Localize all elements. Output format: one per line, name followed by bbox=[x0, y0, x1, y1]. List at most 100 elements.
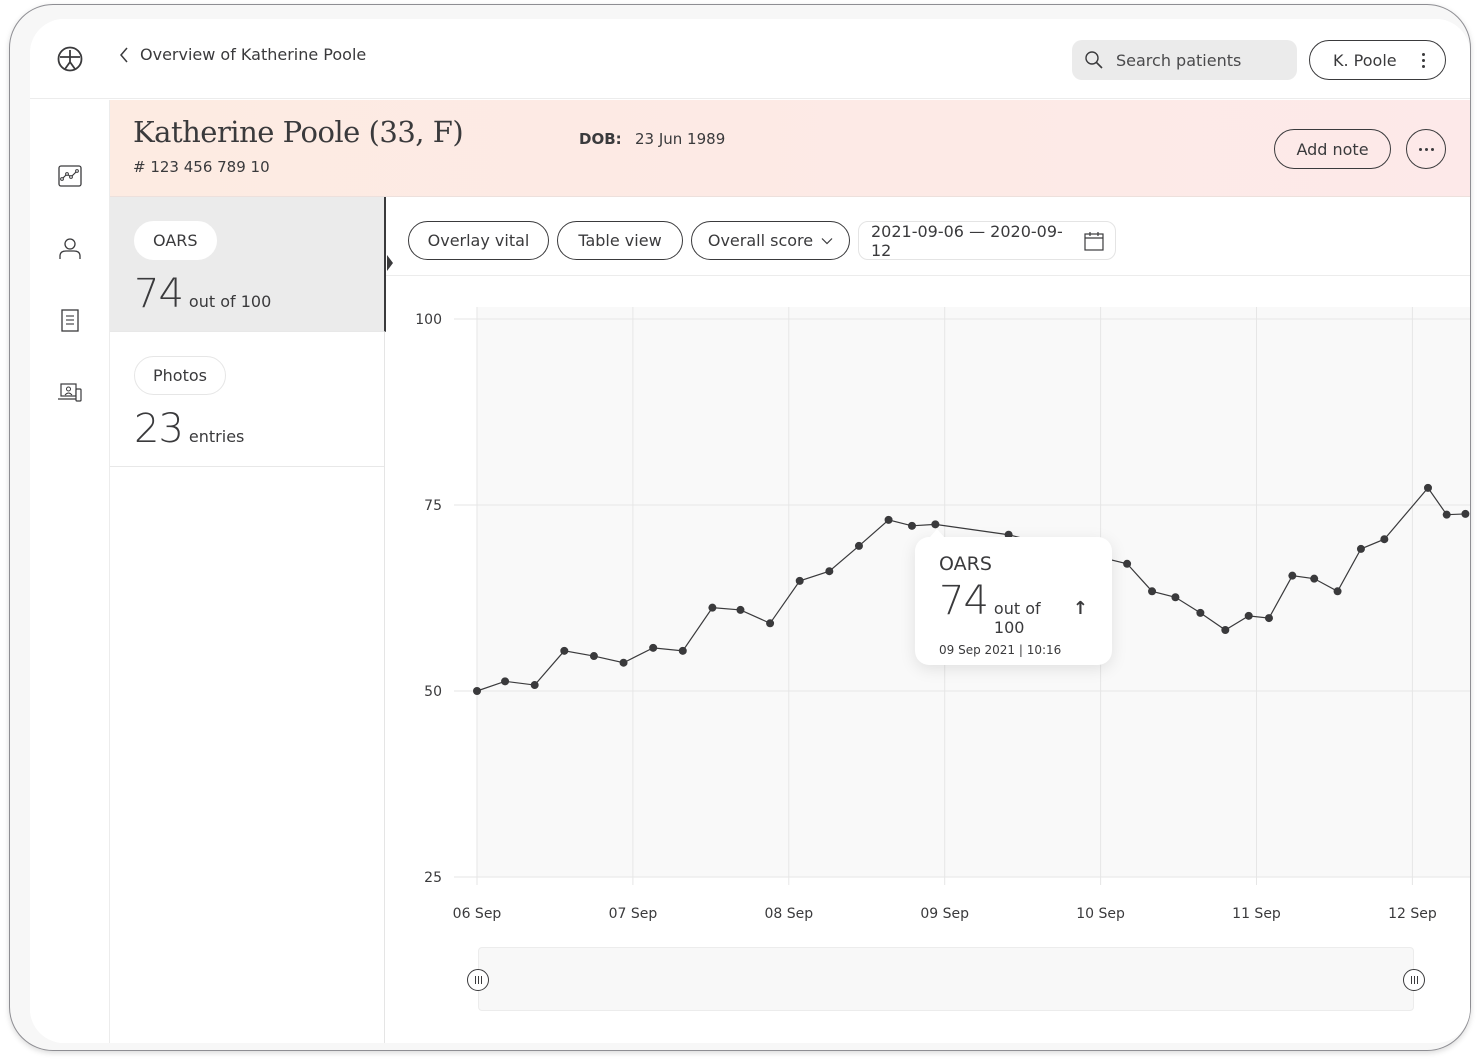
patient-header: Katherine Poole (33, F) # 123 456 789 10… bbox=[110, 100, 1470, 197]
x-tick-label: 10 Sep bbox=[1076, 906, 1125, 922]
search-input[interactable] bbox=[1116, 50, 1276, 70]
user-menu-button[interactable]: K. Poole bbox=[1309, 40, 1446, 80]
data-point bbox=[560, 646, 569, 655]
data-point bbox=[766, 619, 775, 628]
range-handle-end[interactable] bbox=[1403, 969, 1425, 991]
tablet-frame: Overview of Katherine Poole K. Poole bbox=[9, 4, 1471, 1051]
vital-score: 74 bbox=[134, 271, 184, 317]
tooltip-timestamp: 09 Sep 2021 | 10:16 bbox=[939, 643, 1062, 657]
range-scrubber[interactable] bbox=[467, 947, 1425, 1011]
data-point bbox=[825, 567, 834, 576]
y-tick-label: 25 bbox=[424, 870, 442, 886]
person-icon bbox=[59, 238, 81, 259]
dob-value: 23 Jun 1989 bbox=[635, 130, 726, 148]
ellipsis-icon bbox=[1418, 147, 1422, 151]
x-tick-label: 06 Sep bbox=[453, 906, 502, 922]
more-options-button[interactable] bbox=[1406, 129, 1446, 169]
back-link-label: Overview of Katherine Poole bbox=[140, 45, 367, 64]
range-handle-start[interactable] bbox=[467, 969, 489, 991]
overlay-vital-button[interactable]: Overlay vital bbox=[408, 221, 549, 260]
data-point bbox=[736, 605, 745, 614]
vitals-list: OARS 74 out of 100 Photos 23 entries bbox=[110, 197, 393, 1043]
tooltip-unit: out of 100 bbox=[993, 599, 1041, 637]
data-point bbox=[473, 687, 481, 695]
date-range-value: 2021-09-06 — 2020-09-12 bbox=[871, 221, 1063, 260]
telehealth-icon bbox=[58, 383, 82, 402]
data-point bbox=[1123, 559, 1132, 568]
search-icon bbox=[1085, 51, 1103, 69]
app-logo-icon[interactable] bbox=[57, 46, 83, 72]
vital-name-chip: OARS bbox=[134, 221, 217, 260]
x-tick-label: 12 Sep bbox=[1388, 906, 1437, 922]
data-point bbox=[501, 677, 510, 686]
nav-item-notes[interactable] bbox=[56, 306, 84, 334]
data-point bbox=[1148, 587, 1157, 596]
x-tick-label: 07 Sep bbox=[609, 906, 658, 922]
data-point bbox=[854, 541, 863, 550]
data-point bbox=[678, 646, 687, 655]
data-point bbox=[708, 603, 717, 612]
data-point bbox=[1264, 614, 1273, 623]
data-point bbox=[1196, 608, 1205, 617]
chart-icon bbox=[58, 165, 82, 187]
dob-label: DOB: bbox=[579, 130, 622, 148]
data-point bbox=[931, 520, 940, 529]
score-select-label: Overall score bbox=[707, 231, 814, 250]
search-box[interactable] bbox=[1072, 40, 1297, 80]
user-name: K. Poole bbox=[1333, 50, 1397, 70]
data-point bbox=[589, 652, 598, 661]
vital-unit: entries bbox=[188, 427, 245, 446]
table-view-button[interactable]: Table view bbox=[557, 221, 683, 260]
data-point bbox=[1333, 587, 1342, 596]
data-point bbox=[907, 521, 916, 530]
tooltip-value-row: 74 out of 100 ↑ bbox=[939, 581, 1088, 637]
vital-name-chip: Photos bbox=[134, 356, 226, 395]
tooltip-title: OARS bbox=[939, 553, 992, 575]
add-note-button[interactable]: Add note bbox=[1274, 129, 1391, 169]
vital-unit: out of 100 bbox=[188, 292, 272, 311]
kebab-menu-icon bbox=[1422, 52, 1425, 68]
top-bar: Overview of Katherine Poole K. Poole bbox=[30, 19, 1470, 99]
chevron-left-icon bbox=[120, 47, 128, 62]
document-icon bbox=[61, 309, 79, 332]
tooltip-value: 74 bbox=[939, 578, 989, 624]
data-point bbox=[1442, 510, 1451, 519]
chevron-down-icon bbox=[821, 237, 833, 244]
data-point bbox=[619, 658, 628, 667]
data-point bbox=[649, 643, 658, 652]
vital-item-oars[interactable]: OARS 74 out of 100 bbox=[110, 197, 393, 332]
calendar-icon bbox=[1084, 231, 1104, 251]
patient-id: # 123 456 789 10 bbox=[133, 158, 270, 176]
data-point bbox=[1461, 509, 1470, 518]
data-point bbox=[1244, 611, 1253, 620]
nav-item-devices[interactable] bbox=[56, 378, 84, 406]
nav-item-profile[interactable] bbox=[56, 234, 84, 262]
data-point bbox=[1423, 483, 1432, 492]
data-point bbox=[884, 515, 893, 524]
x-tick-label: 08 Sep bbox=[764, 906, 813, 922]
data-point bbox=[1356, 544, 1365, 553]
patient-name: Katherine Poole (33, F) bbox=[133, 115, 464, 149]
back-link[interactable]: Overview of Katherine Poole bbox=[118, 45, 366, 64]
side-nav bbox=[30, 100, 110, 1043]
chart-toolbar: Overlay vital Table view Overall score 2… bbox=[386, 197, 1470, 276]
vital-value: 23 entries bbox=[134, 406, 244, 452]
nav-item-vitals[interactable] bbox=[56, 162, 84, 190]
x-tick-label: 11 Sep bbox=[1232, 906, 1281, 922]
oars-chart: 100 75 50 25 06 Sep 07 Sep 08 Sep 09 Sep 10 Sep 1… bbox=[386, 277, 1470, 1043]
date-range-picker[interactable]: 2021-09-06 — 2020-09-12 bbox=[858, 221, 1116, 260]
data-point bbox=[530, 681, 539, 690]
score-select[interactable]: Overall score bbox=[691, 221, 850, 260]
data-point bbox=[1221, 625, 1230, 634]
vital-item-photos[interactable]: Photos 23 entries bbox=[110, 332, 384, 467]
data-point bbox=[1288, 571, 1297, 580]
y-tick-label: 100 bbox=[415, 312, 442, 328]
app-screen: Overview of Katherine Poole K. Poole bbox=[30, 19, 1470, 1043]
data-tooltip: OARS 74 out of 100 ↑ 09 Sep 2021 | 10:16 bbox=[915, 529, 1112, 665]
data-point bbox=[1171, 593, 1180, 602]
data-point bbox=[1380, 535, 1389, 544]
vital-value: 74 out of 100 bbox=[134, 271, 271, 317]
arrow-up-icon: ↑ bbox=[1072, 598, 1088, 619]
vital-score: 23 bbox=[134, 406, 184, 452]
y-tick-label: 75 bbox=[424, 498, 442, 514]
